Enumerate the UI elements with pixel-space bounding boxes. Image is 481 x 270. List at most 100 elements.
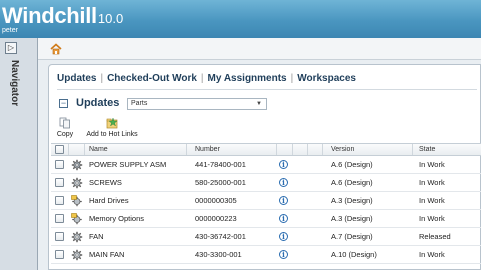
info-icon-cell[interactable]: i	[279, 174, 293, 191]
table-row[interactable]: FAN 430-36742-001 i A.7 (Design) Released	[51, 228, 481, 246]
part-gear-icon	[71, 174, 85, 191]
brand-version: 10.0	[97, 11, 124, 26]
row-checkbox[interactable]	[55, 232, 64, 241]
row-checkbox[interactable]	[55, 178, 64, 187]
table-row[interactable]: MAIN FAN 430-3300-001 i A.10 (Design) In Wor…	[51, 246, 481, 264]
configurable-part-icon	[71, 192, 85, 209]
info-icon-cell[interactable]: i	[279, 156, 293, 173]
info-icon[interactable]: i	[279, 214, 288, 223]
row-blank-1	[294, 210, 308, 227]
row-checkbox-cell[interactable]	[55, 156, 69, 173]
info-icon[interactable]: i	[279, 196, 288, 205]
row-version: A.3 (Design)	[331, 214, 373, 223]
row-name[interactable]: Memory Options	[87, 210, 187, 227]
brand-w: W	[2, 3, 23, 28]
row-checkbox[interactable]	[55, 250, 64, 259]
table-header: Name Number Version State	[51, 143, 481, 156]
column-header-name[interactable]: Name	[87, 144, 187, 155]
part-gear-icon	[71, 246, 85, 263]
row-name[interactable]: Hard Drives	[87, 192, 187, 209]
table-row[interactable]: Memory Options 0000000223 i A.3 (Design) In …	[51, 210, 481, 228]
brand-name: indchill	[22, 3, 97, 28]
table-body: POWER SUPPLY ASM 441-78400-001 i A.6 (Desig…	[51, 156, 481, 264]
copy-label: Copy	[56, 131, 74, 138]
row-number: 430-3300-001	[195, 250, 242, 259]
part-gear-icon	[71, 228, 85, 245]
navigator-label[interactable]: Navigator	[9, 60, 20, 106]
info-icon[interactable]: i	[279, 178, 288, 187]
navigator-panel: ▷ Navigator	[0, 38, 38, 270]
home-icon[interactable]	[50, 43, 62, 55]
row-state: In Work	[419, 196, 445, 205]
hot-links-icon	[106, 117, 118, 129]
tab-separator: |	[290, 73, 294, 84]
row-name[interactable]: MAIN FAN	[87, 246, 187, 263]
current-user: peter	[2, 27, 18, 34]
row-checkbox-cell[interactable]	[55, 246, 69, 263]
collapse-icon[interactable]: −	[59, 99, 68, 108]
updates-table: Name Number Version State POWER SUPPLY A…	[51, 143, 481, 264]
tab-checked-out-work[interactable]: Checked-Out Work	[107, 73, 197, 84]
column-header-icon	[71, 144, 85, 155]
row-blank-1	[294, 156, 308, 173]
row-version: A.7 (Design)	[331, 232, 373, 241]
assembly-gear-icon	[71, 156, 85, 173]
updates-title: Updates	[76, 97, 120, 109]
updates-filter-select[interactable]: Parts ▼	[127, 98, 267, 110]
hot-links-label: Add to Hot Links	[86, 131, 138, 138]
row-checkbox[interactable]	[55, 196, 64, 205]
row-checkbox-cell[interactable]	[55, 210, 69, 227]
column-header-blank-1	[294, 144, 308, 155]
row-state: Released	[419, 232, 451, 241]
row-number: 430-36742-001	[195, 232, 246, 241]
tab-separator: |	[100, 73, 104, 84]
app-header: Windchill10.0 peter	[0, 0, 481, 38]
table-row[interactable]: SCREWS 580-25000-001 i A.6 (Design) In Work	[51, 174, 481, 192]
info-icon-cell[interactable]: i	[279, 192, 293, 209]
row-checkbox-cell[interactable]	[55, 174, 69, 191]
row-checkbox[interactable]	[55, 160, 64, 169]
row-blank-2	[309, 228, 323, 245]
row-checkbox-cell[interactable]	[55, 192, 69, 209]
row-name[interactable]: FAN	[87, 228, 187, 245]
row-checkbox-cell[interactable]	[55, 228, 69, 245]
updates-filter-value: Parts	[131, 100, 148, 107]
row-blank-2	[309, 156, 323, 173]
info-icon[interactable]: i	[279, 250, 288, 259]
row-blank-1	[294, 246, 308, 263]
column-header-info	[279, 144, 293, 155]
copy-icon	[59, 117, 70, 129]
column-header-number[interactable]: Number	[189, 144, 277, 155]
tab-my-assignments[interactable]: My Assignments	[208, 73, 287, 84]
column-header-version[interactable]: Version	[325, 144, 413, 155]
info-icon[interactable]: i	[279, 232, 288, 241]
chevron-down-icon: ▼	[256, 101, 262, 107]
row-name[interactable]: POWER SUPPLY ASM	[87, 156, 187, 173]
tab-updates[interactable]: Updates	[57, 73, 96, 84]
column-header-state[interactable]: State	[415, 144, 481, 155]
info-icon-cell[interactable]: i	[279, 210, 293, 227]
tab-divider	[57, 89, 477, 90]
row-blank-1	[294, 192, 308, 209]
row-name[interactable]: SCREWS	[87, 174, 187, 191]
row-blank-1	[294, 174, 308, 191]
select-all-checkbox[interactable]	[55, 145, 64, 154]
row-version: A.6 (Design)	[331, 178, 373, 187]
row-state: In Work	[419, 160, 445, 169]
content-panel: Updates | Checked-Out Work | My Assignments |…	[48, 64, 481, 270]
table-row[interactable]: POWER SUPPLY ASM 441-78400-001 i A.6 (Desig…	[51, 156, 481, 174]
table-row[interactable]: Hard Drives 0000000305 i A.3 (Design) In Wor…	[51, 192, 481, 210]
tab-workspaces[interactable]: Workspaces	[297, 73, 356, 84]
navigator-expand-icon[interactable]: ▷	[5, 42, 17, 54]
row-blank-2	[309, 192, 323, 209]
copy-button[interactable]: Copy	[55, 117, 75, 138]
info-icon[interactable]: i	[279, 160, 288, 169]
select-all-checkbox-cell[interactable]	[55, 144, 69, 155]
row-state: In Work	[419, 250, 445, 259]
row-number: 580-25000-001	[195, 178, 246, 187]
row-checkbox[interactable]	[55, 214, 64, 223]
info-icon-cell[interactable]: i	[279, 228, 293, 245]
info-icon-cell[interactable]: i	[279, 246, 293, 263]
configurable-part-icon	[71, 210, 85, 227]
add-to-hot-links-button[interactable]: Add to Hot Links	[77, 117, 147, 138]
